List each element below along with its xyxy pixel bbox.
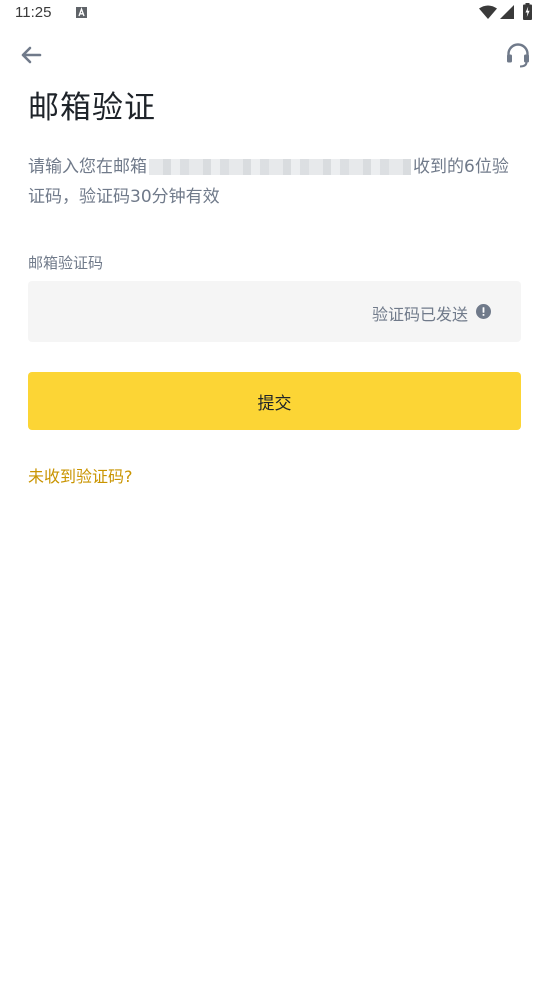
- no-code-received-link[interactable]: 未收到验证码?: [28, 463, 133, 487]
- exclamation-circle-icon[interactable]: [476, 304, 491, 319]
- status-time: 11:25: [15, 4, 52, 21]
- wifi-icon: [479, 5, 497, 19]
- submit-button[interactable]: 提交: [28, 372, 521, 430]
- signal-icon: [500, 5, 514, 19]
- status-bar: 11:25: [0, 0, 550, 26]
- email-code-field: 验证码已发送: [28, 281, 521, 344]
- a-box-icon: [76, 7, 87, 18]
- battery-charging-icon: [523, 3, 532, 20]
- email-code-input[interactable]: [42, 281, 346, 344]
- arrow-left-icon: [21, 46, 42, 64]
- instruction-text: 请输入您在邮箱 收到的6位验证码，验证码30分钟有效: [28, 152, 523, 212]
- instruction-prefix: 请输入您在邮箱: [28, 157, 147, 177]
- back-button[interactable]: [16, 40, 46, 70]
- support-button[interactable]: [503, 40, 533, 70]
- headset-icon: [507, 43, 529, 68]
- page-title: 邮箱验证: [28, 90, 156, 126]
- code-sent-status: 验证码已发送: [371, 305, 468, 324]
- masked-email: [149, 159, 411, 175]
- email-code-label: 邮箱验证码: [28, 254, 104, 272]
